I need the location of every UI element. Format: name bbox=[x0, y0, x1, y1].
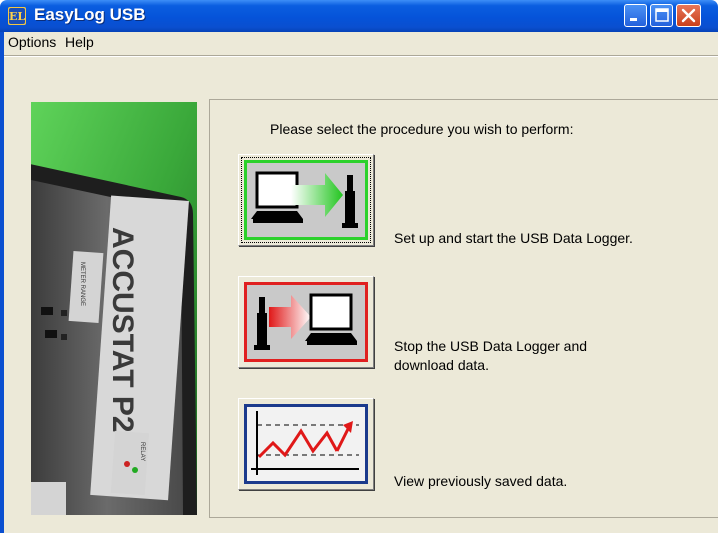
view-saved-data-label: View previously saved data. bbox=[394, 473, 568, 489]
device-photo: ACCUSTAT P2 METER RANGE RELAY bbox=[31, 102, 197, 515]
graph-icon bbox=[251, 411, 359, 475]
setup-start-button[interactable] bbox=[238, 154, 374, 246]
easylog-app-icon: EL bbox=[8, 7, 26, 25]
view-saved-data-button[interactable] bbox=[238, 398, 374, 490]
instruction-text: Please select the procedure you wish to … bbox=[270, 121, 574, 137]
setup-icon-frame bbox=[244, 160, 368, 240]
minimize-icon bbox=[630, 18, 637, 21]
menu-options-label: Options bbox=[8, 34, 57, 50]
svg-text:METER RANGE: METER RANGE bbox=[79, 262, 85, 306]
stop-download-label-line2: download data. bbox=[394, 357, 489, 373]
minimize-button[interactable] bbox=[624, 4, 647, 27]
main-window: Options Help ACCUSTAT P2 METER RANGE REL… bbox=[0, 32, 718, 533]
procedure-panel: Please select the procedure you wish to … bbox=[209, 99, 718, 518]
photo-brand-text: ACCUSTAT P2 bbox=[106, 227, 139, 433]
download-icon-frame bbox=[244, 282, 368, 362]
menu-separator bbox=[4, 55, 718, 57]
menu-bar: Options Help bbox=[4, 32, 718, 54]
menu-help-label: Help bbox=[65, 34, 94, 50]
download-logger-icon bbox=[254, 293, 357, 350]
setup-start-label: Set up and start the USB Data Logger. bbox=[394, 230, 633, 246]
stop-download-label-line1: Stop the USB Data Logger and bbox=[394, 338, 588, 354]
menu-help[interactable]: Help bbox=[65, 34, 94, 50]
svg-text:RELAY: RELAY bbox=[139, 442, 145, 461]
close-icon bbox=[681, 8, 696, 23]
close-button[interactable] bbox=[676, 4, 701, 27]
maximize-button[interactable] bbox=[650, 4, 673, 27]
stop-download-label: Stop the USB Data Logger and download dat… bbox=[394, 337, 694, 375]
svg-text:EL: EL bbox=[9, 10, 25, 23]
window-title: EasyLog USB bbox=[34, 5, 146, 24]
menu-options[interactable]: Options bbox=[8, 34, 56, 50]
maximize-icon bbox=[655, 8, 669, 22]
setup-logger-icon bbox=[251, 171, 358, 228]
title-bar[interactable]: EL EasyLog USB bbox=[0, 0, 718, 32]
stop-download-button[interactable] bbox=[238, 276, 374, 368]
graph-icon-frame bbox=[244, 404, 368, 484]
